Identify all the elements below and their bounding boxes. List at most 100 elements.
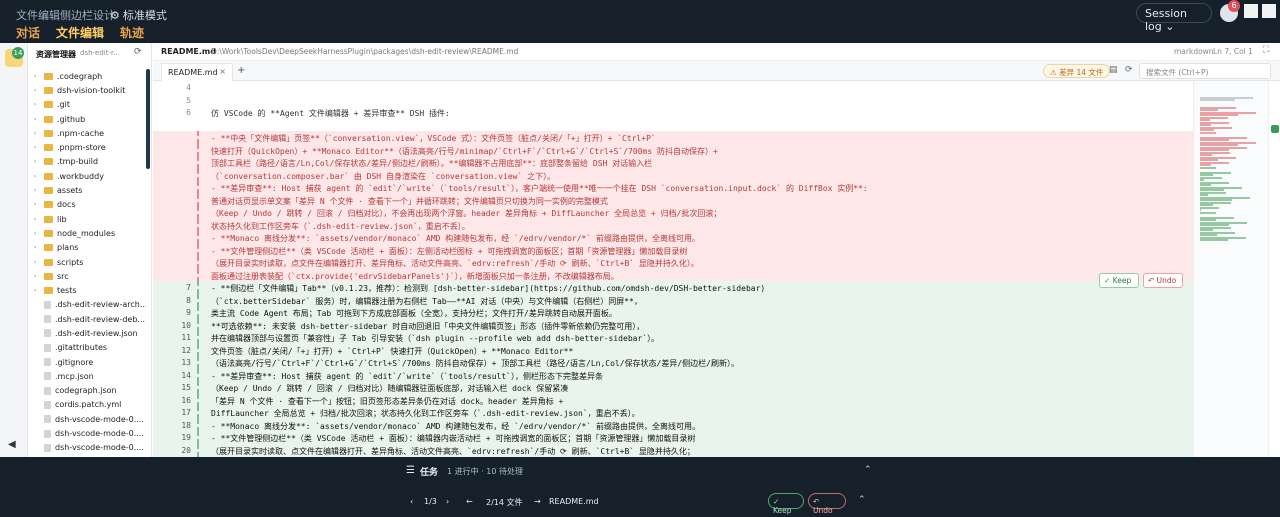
window-button[interactable] [1262,4,1276,18]
chevron-right-icon[interactable]: › [34,173,44,180]
refresh-icon[interactable]: ⟳ [134,47,142,57]
deleted-line[interactable]: - **中央「文件编辑」页签**（`conversation.view`，VSC… [153,131,1193,144]
deleted-line[interactable]: 普通对话页显示单文案「差异 N 个文件 · 查看下一个」并循环跳转；文件编辑页只… [153,193,1193,207]
undo-all-button[interactable]: ↶ Undo [808,493,846,515]
editor-tab[interactable]: README.md × [161,63,233,81]
code-editor[interactable]: 4 5 6 仿 VSCode 的 **Agent 文件编辑器 + 差异审查** DSH… [153,81,1193,457]
refresh-icon[interactable]: ⟳ [1125,65,1133,75]
tree-folder[interactable]: › .workbuddy [28,169,146,183]
chevron-right-icon[interactable]: › [34,259,44,266]
code-line[interactable]: 6 仿 VSCode 的 **Agent 文件编辑器 + 差异审查** DSH 插… [153,106,1193,119]
tree-file[interactable]: .dsh-edit-review-deb... [28,312,146,326]
tree-file[interactable]: cordis.patch.yml [28,398,146,412]
tree-folder[interactable]: › docs [28,198,146,212]
minimap[interactable] [1193,81,1268,457]
next-page-button[interactable]: › [446,497,449,506]
chevron-right-icon[interactable]: › [34,230,44,237]
added-line[interactable]: 13 （语法高亮/行号/`Ctrl+F`/`Ctrl+G`/`Ctrl+S`/7… [153,356,1193,369]
tab-file-edit[interactable]: 文件编辑 [56,24,105,45]
chevron-right-icon[interactable]: › [34,273,44,280]
tree-folder[interactable]: › .github [28,112,146,126]
chevron-right-icon[interactable]: › [34,287,44,294]
fullscreen-icon[interactable]: ⛶ [1263,45,1269,55]
tree-file[interactable]: codegraph.json [28,384,146,398]
tree-folder[interactable]: › assets [28,183,146,197]
prev-file-button[interactable]: ← [466,497,473,506]
deleted-line[interactable]: 顶部工具栏（路径/语言/Ln,Col/保存状态/差异/侧边栏/刷新）。**编辑器… [153,156,1193,169]
chevron-right-icon[interactable]: › [34,158,44,165]
chevron-right-icon[interactable]: › [34,187,44,194]
added-line[interactable]: 7 - **侧边栏「文件编辑」Tab**（v0.1.23，推荐）：检测到 [dsh… [153,281,1193,294]
chevron-right-icon[interactable]: › [34,216,44,223]
added-line[interactable]: 11 并在编辑器顶部与设置页「兼容性」子 Tab 引导安装（`dsh plugi… [153,331,1193,344]
code-line[interactable]: 4 [153,81,1193,94]
tree-folder[interactable]: › tests [28,283,146,297]
prev-page-button[interactable]: ‹ [410,497,413,506]
search-input[interactable]: 搜索文件 (Ctrl+P) [1139,63,1271,79]
chevron-right-icon[interactable]: › [34,87,44,94]
tree-folder[interactable]: › .tmp-build [28,155,146,169]
tree-file[interactable]: dsh-vscode-mode-0.... [28,426,146,440]
next-file-button[interactable]: → [534,497,541,506]
added-line[interactable]: 15 （Keep / Undo / 跳转 / 回滚 / 归档对比）随编辑器驻面板… [153,381,1193,394]
deleted-line[interactable]: （展开目录实时读取，点文件在编辑器打开、差异角标、活动文件高亮、`edrv:re… [153,256,1193,269]
chevron-right-icon[interactable]: › [34,201,44,208]
chevron-right-icon[interactable]: › [34,116,44,123]
diff-count-badge[interactable]: ⚠ 差异 14 文件 [1043,64,1111,78]
tree-folder[interactable]: › .codegraph [28,69,146,83]
current-file-name[interactable]: README.md [549,497,599,506]
code-line[interactable]: 5 [153,94,1193,107]
keep-button[interactable]: ✓ Keep [1099,273,1139,288]
added-line[interactable]: 20 （展开目录实时读取、点文件在编辑器打开、差异角标、活动文件高亮、`edrv… [153,443,1193,457]
deleted-line[interactable]: - **文件管理侧边栏**（类 VSCode 活动栏 + 面板）：左侧活动栏图标… [153,243,1193,257]
code-line[interactable] [153,119,1193,132]
tab-trajectory[interactable]: 轨迹 [120,24,144,45]
chevron-right-icon[interactable]: › [34,130,44,137]
deleted-line[interactable]: 快速打开（QuickOpen）+ **Monaco Editor**（语法高亮/… [153,143,1193,157]
tree-file[interactable]: .gitattributes [28,341,146,355]
chevron-up-icon[interactable]: ⌃ [864,465,872,475]
added-line[interactable]: 17 DiffLauncher 全局总览 + 归档/批次回滚；状态持久化到工作区… [153,406,1193,419]
editor-language[interactable]: markdown [1174,47,1214,56]
added-line[interactable]: 16 「差异 N 个文件 · 查看下一个」按钮；旧页签形态差异条仍在对话 doc… [153,393,1193,407]
keep-all-button[interactable]: ✓ Keep [768,493,804,515]
explorer-scrollbar[interactable] [146,69,150,169]
tree-folder[interactable]: › .git [28,98,146,112]
add-tab-button[interactable]: + [237,65,245,76]
chevron-right-icon[interactable]: › [34,101,44,108]
chevron-right-icon[interactable]: › [34,144,44,151]
collapse-icon[interactable]: ◀ [8,439,16,450]
deleted-line[interactable]: - **Monaco 离线分发**: `assets/vendor/monaco… [153,231,1193,244]
added-line[interactable]: 19 - **文件管理侧边栏**（类 VSCode 活动栏 + 面板）：编辑器内嵌… [153,431,1193,444]
added-line[interactable]: 12 文件页签（脏点/关闭/「+」打开）+ `Ctrl+P` 快速打开（Quic… [153,343,1193,357]
tree-folder[interactable]: › .npm-cache [28,126,146,140]
deleted-line[interactable]: （`conversation.composer.bar` 由 DSH 自身渲染在… [153,168,1193,182]
session-log-button[interactable]: Session log ⌄ [1136,3,1212,33]
added-line[interactable]: 14 - **差异审查**: Host 捕获 agent 的 `edit`/`wr… [153,368,1193,382]
tree-file[interactable]: .dsh-edit-review-arch... [28,298,146,312]
added-line[interactable]: 18 - **Monaco 离线分发**: `assets/vendor/mona… [153,418,1193,432]
tree-file[interactable]: .dsh-edit-review.json [28,326,146,340]
chevron-up-icon[interactable]: ⌃ [858,495,866,505]
deleted-line[interactable]: 状态持久化到工作区旁车（`.dsh-edit-review.json`，重启不丢… [153,218,1193,232]
tree-file[interactable]: .gitignore [28,355,146,369]
tree-file[interactable]: .mcp.json [28,369,146,383]
tab-chat[interactable]: 对话 [16,24,40,45]
added-line[interactable]: 8 （`ctx.betterSidebar` 服务）时，编辑器注册为右侧栏 Ta… [153,293,1193,307]
tree-file[interactable]: dsh-vscode-mode-0.... [28,412,146,426]
editor-scrollbar[interactable] [1268,81,1280,457]
close-icon[interactable]: × [219,67,226,76]
undo-button[interactable]: ↶ Undo [1143,273,1183,288]
window-button[interactable] [1244,4,1258,18]
tree-folder[interactable]: › lib [28,212,146,226]
tree-file[interactable]: dsh-vscode-mode-0.... [28,441,146,455]
tree-folder[interactable]: › node_modules [28,226,146,240]
tree-folder[interactable]: › plans [28,241,146,255]
mode-selector[interactable]: ⚙ 标准模式 [110,7,167,23]
deleted-line[interactable]: （Keep / Undo / 跳转 / 回滚 / 归档对比），不会再出现两个浮窗… [153,206,1193,219]
added-line[interactable]: 10 **可选依赖**: 未安装 dsh-better-sidebar 时自动回… [153,318,1193,332]
deleted-line[interactable]: - **差异审查**: Host 捕获 agent 的 `edit`/`writ… [153,181,1193,194]
chevron-right-icon[interactable]: › [34,73,44,80]
task-label[interactable]: 任务 [420,465,438,478]
tree-folder[interactable]: › src [28,269,146,283]
